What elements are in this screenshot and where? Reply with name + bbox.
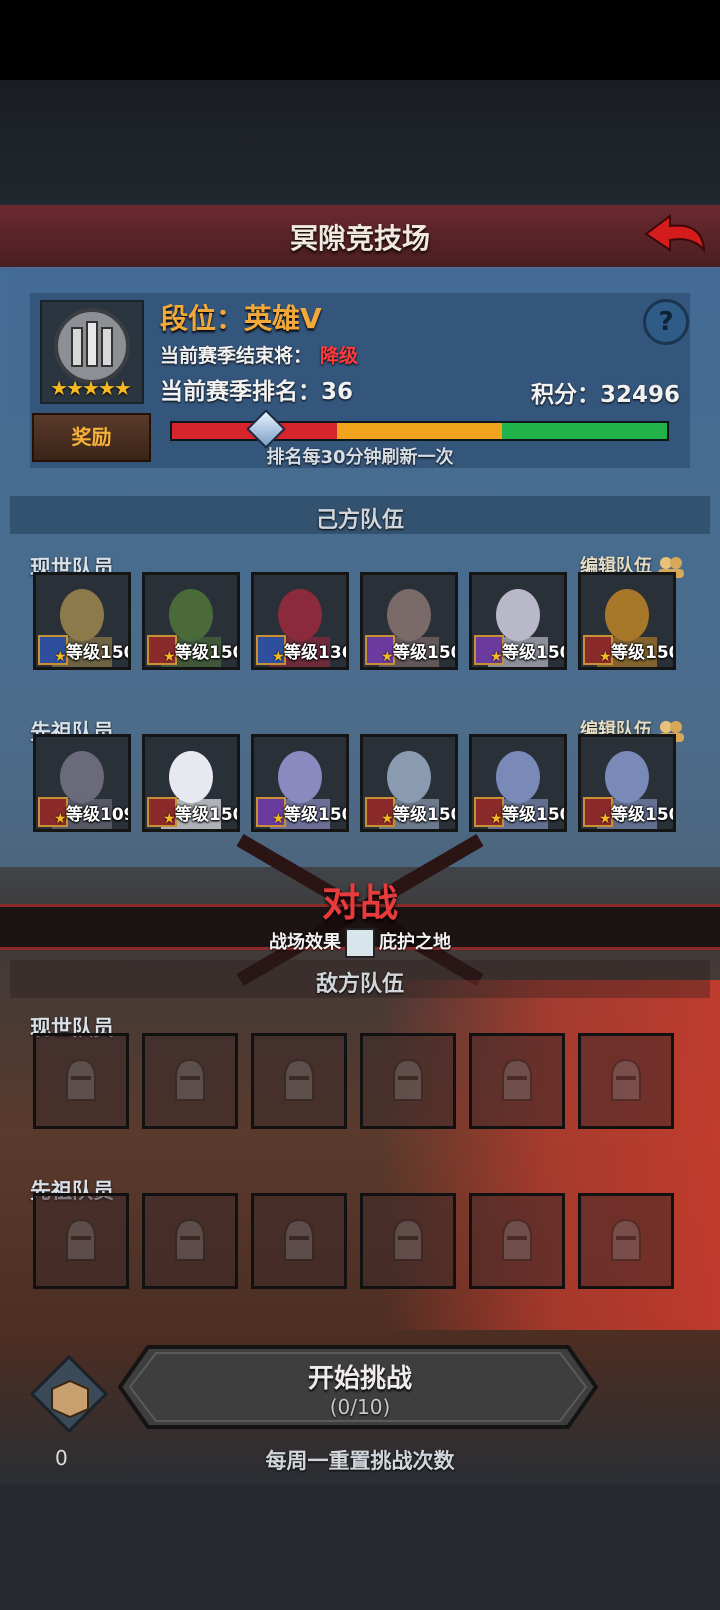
- arena-screen: 冥隙竞技场 ★★★★★ 段位：英雄Ⅴ 当前赛季结束将： 降级 当前赛季排名：36 …: [0, 0, 720, 1610]
- enemy-ancestor-empty-slot: [469, 1193, 565, 1289]
- star-icon: ★: [381, 649, 394, 665]
- page-title: 冥隙竞技场: [289, 222, 430, 255]
- battle-title: 对战: [321, 881, 398, 925]
- field-value: 庇护之地: [379, 932, 451, 953]
- bottom-area: [0, 1485, 720, 1610]
- enemy-present-empty-slot: [142, 1033, 238, 1129]
- my-ancestor-hero-card[interactable]: ★ 等级150: [142, 734, 240, 832]
- battlefield-effect[interactable]: 战场效果 庇护之地: [0, 928, 720, 958]
- rank-stars: ★★★★★: [50, 376, 132, 400]
- my-present-hero-card[interactable]: ★ 等级150: [469, 572, 567, 670]
- help-button[interactable]: ?: [643, 299, 689, 345]
- star-icon: ★: [490, 649, 503, 665]
- my-present-hero-card[interactable]: ★ 等级150: [578, 572, 676, 670]
- hero-level: 等级150: [502, 643, 567, 663]
- my-ancestor-hero-card[interactable]: ★ 等级150: [578, 734, 676, 832]
- season-rank: 当前赛季排名：36: [160, 379, 354, 405]
- season-end-label: 当前赛季结束将：: [160, 345, 313, 367]
- hero-level: 等级150: [611, 643, 676, 663]
- enemy-present-empty-slot: [360, 1033, 456, 1129]
- challenge-count: (0/10): [329, 1395, 391, 1419]
- star-icon: ★: [163, 811, 176, 827]
- hero-level: 等级150: [502, 805, 567, 825]
- star-icon: ★: [54, 811, 67, 827]
- bar-yellow-segment: [337, 423, 502, 439]
- rank-title: 段位：英雄Ⅴ: [160, 302, 322, 335]
- my-ancestor-hero-card[interactable]: ★ 等级109: [33, 734, 131, 832]
- enemy-ancestor-empty-slot: [33, 1193, 129, 1289]
- start-challenge-label: 开始挑战: [307, 1364, 412, 1394]
- back-arrow-icon[interactable]: [640, 210, 710, 260]
- field-label: 战场效果: [269, 932, 341, 953]
- my-ancestor-hero-card[interactable]: ★ 等级150: [469, 734, 567, 832]
- score: 积分：32496: [530, 382, 680, 408]
- star-icon: ★: [272, 649, 285, 665]
- knight-helmet-icon: [611, 1218, 641, 1261]
- knight-helmet-icon: [611, 1058, 641, 1101]
- refresh-note: 排名每30分钟刷新一次: [266, 447, 454, 468]
- knight-helmet-icon: [502, 1058, 532, 1101]
- enemy-present-empty-slot: [469, 1033, 565, 1129]
- enemy-ancestor-empty-slot: [360, 1193, 456, 1289]
- enemy-ancestor-empty-slot: [142, 1193, 238, 1289]
- my-present-hero-card[interactable]: ★ 等级150: [33, 572, 131, 670]
- enemy-ancestor-empty-slot: [251, 1193, 347, 1289]
- star-icon: ★: [599, 649, 612, 665]
- my-present-hero-card[interactable]: ★ 等级136: [251, 572, 349, 670]
- my-ancestor-hero-card[interactable]: ★ 等级150: [360, 734, 458, 832]
- knight-helmet-icon: [393, 1218, 423, 1261]
- hero-level: 等级150: [175, 643, 240, 663]
- hero-level: 等级136: [284, 643, 349, 663]
- knight-helmet-icon: [284, 1218, 314, 1261]
- enemy-present-empty-slot: [33, 1033, 129, 1129]
- hero-level: 等级150: [611, 805, 676, 825]
- knight-helmet-icon: [66, 1058, 96, 1101]
- my-team-title: 己方队伍: [315, 508, 404, 533]
- knight-helmet-icon: [175, 1058, 205, 1101]
- sanctuary-icon: [345, 928, 375, 958]
- star-icon: ★: [599, 811, 612, 827]
- knight-helmet-icon: [393, 1058, 423, 1101]
- my-ancestor-hero-card[interactable]: ★ 等级150: [251, 734, 349, 832]
- enemy-present-empty-slot: [578, 1033, 674, 1129]
- bar-green-segment: [502, 423, 667, 439]
- knight-helmet-icon: [284, 1058, 314, 1101]
- star-icon: ★: [163, 649, 176, 665]
- season-end-text: 当前赛季结束将： 降级: [160, 341, 358, 368]
- status-area: [0, 0, 720, 80]
- weekly-reset-note: 每周一重置挑战次数: [265, 1449, 455, 1473]
- enemy-ancestor-empty-slot: [578, 1193, 674, 1289]
- enemy-team-title: 敌方队伍: [315, 972, 404, 997]
- my-present-hero-card[interactable]: ★ 等级150: [142, 572, 240, 670]
- header-bar: 冥隙竞技场: [0, 205, 720, 270]
- knight-helmet-icon: [66, 1218, 96, 1261]
- star-icon: ★: [54, 649, 67, 665]
- knight-helmet-icon: [175, 1218, 205, 1261]
- rank-progress-bar: [170, 421, 669, 441]
- enemy-present-empty-slot: [251, 1033, 347, 1129]
- hero-level: 等级150: [66, 643, 131, 663]
- hero-level: 等级150: [393, 643, 458, 663]
- my-present-hero-card[interactable]: ★ 等级150: [360, 572, 458, 670]
- hero-level: 等级109: [66, 805, 131, 825]
- season-end-value: 降级: [320, 345, 359, 367]
- knight-helmet-icon: [502, 1218, 532, 1261]
